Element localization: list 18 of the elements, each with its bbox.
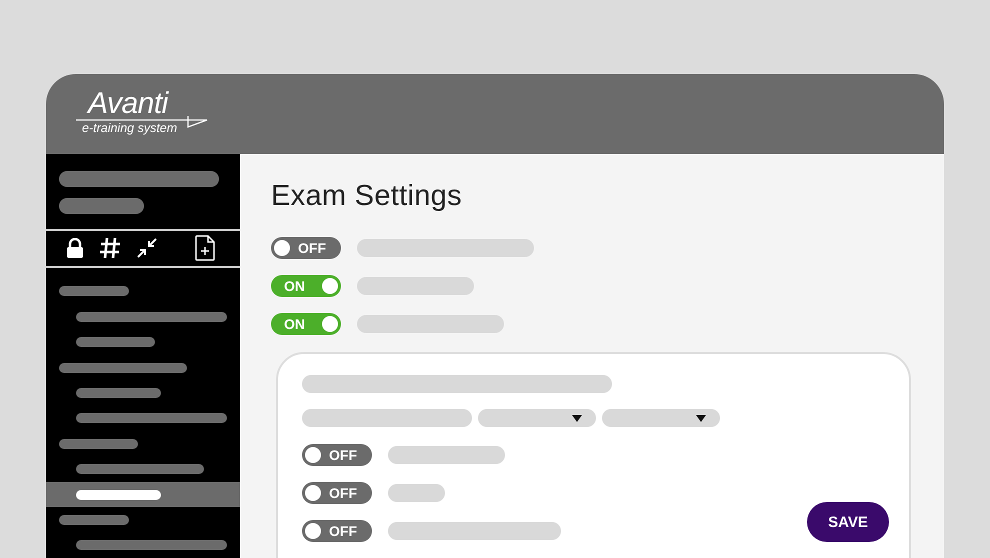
toggle-switch[interactable]: OFF — [271, 237, 341, 259]
add-file-icon[interactable] — [195, 235, 215, 262]
hash-icon[interactable] — [99, 237, 121, 260]
toggle-switch[interactable]: OFF — [302, 482, 372, 504]
caret-icon — [696, 414, 706, 422]
toggle-switch[interactable]: OFF — [302, 520, 372, 542]
placeholder-bar — [388, 484, 445, 502]
page-title: Exam Settings — [271, 180, 463, 213]
save-button[interactable]: SAVE — [807, 502, 889, 542]
caret-icon — [572, 414, 582, 422]
lock-icon[interactable] — [66, 238, 84, 258]
collapse-arrows-icon[interactable] — [136, 237, 158, 260]
logo-title: Avanti — [88, 87, 168, 121]
toggle-switch[interactable]: ON — [271, 313, 341, 335]
toggle-switch[interactable]: OFF — [302, 444, 372, 466]
selected-tree-item[interactable] — [46, 482, 240, 508]
toggle-switch[interactable]: ON — [271, 275, 341, 297]
logo-subtitle: e-training system — [82, 121, 178, 135]
